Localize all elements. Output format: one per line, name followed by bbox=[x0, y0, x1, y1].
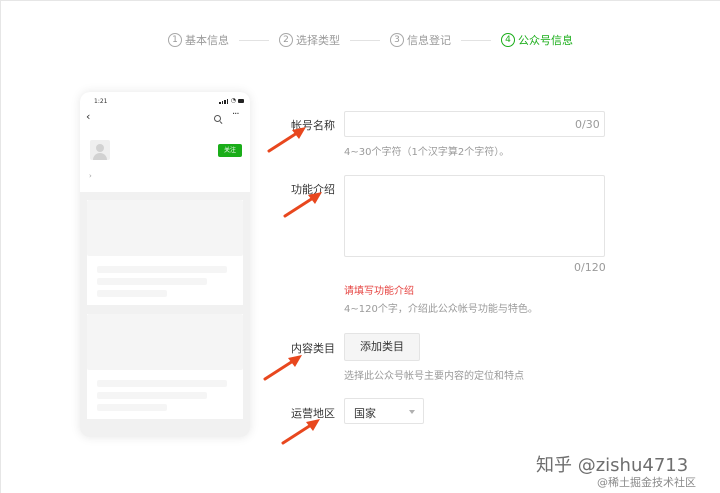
step-label: 信息登记 bbox=[407, 34, 451, 47]
account-name-input[interactable] bbox=[344, 111, 605, 137]
step-registration: 3 信息登记 bbox=[390, 32, 451, 48]
step-account-info: 4 公众号信息 bbox=[501, 32, 573, 48]
status-time: 1:21 bbox=[94, 98, 108, 105]
back-icon: ‹ bbox=[86, 110, 91, 123]
add-category-button[interactable]: 添加类目 bbox=[344, 333, 420, 361]
phone-preview: 1:21 ◔ ‹ ··· 关注 › bbox=[80, 92, 250, 437]
intro-error: 请填写功能介绍 bbox=[344, 286, 414, 297]
intro-counter: 0/120 bbox=[574, 261, 606, 274]
region-selected-value: 国家 bbox=[354, 407, 376, 420]
arrow-annotation-icon bbox=[263, 355, 302, 381]
step-label: 公众号信息 bbox=[518, 34, 573, 47]
step-connector bbox=[350, 39, 380, 41]
step-basic-info: 1 基本信息 bbox=[168, 32, 229, 48]
signal-icon bbox=[219, 99, 228, 104]
article-card-placeholder bbox=[87, 314, 243, 419]
top-border bbox=[0, 0, 720, 1]
account-name-hint: 4~30个字符（1个汉字算2个字符）。 bbox=[344, 147, 510, 158]
step-number: 1 bbox=[168, 33, 182, 47]
profile-header: 1:21 ◔ ‹ ··· 关注 › bbox=[80, 92, 250, 192]
region-select[interactable]: 国家 bbox=[344, 398, 424, 424]
wifi-icon: ◔ bbox=[230, 97, 236, 104]
chevron-down-icon bbox=[409, 410, 415, 414]
chevron-right-icon: › bbox=[89, 172, 92, 180]
intro-hint: 4~120个字，介绍此公众帐号功能与特色。 bbox=[344, 304, 538, 315]
search-icon bbox=[214, 115, 221, 122]
left-border bbox=[0, 0, 1, 493]
step-number: 4 bbox=[501, 33, 515, 47]
arrow-annotation-icon bbox=[267, 127, 306, 153]
step-connector bbox=[239, 39, 269, 41]
battery-icon bbox=[238, 99, 244, 103]
step-select-type: 2 选择类型 bbox=[279, 32, 340, 48]
step-label: 基本信息 bbox=[185, 34, 229, 47]
category-hint: 选择此公众号帐号主要内容的定位和特点 bbox=[344, 371, 524, 382]
intro-textarea[interactable] bbox=[344, 175, 605, 257]
step-number: 2 bbox=[279, 33, 293, 47]
more-icon: ··· bbox=[232, 109, 239, 120]
watermark-juejin: @稀土掘金技术社区 bbox=[597, 476, 696, 489]
step-label: 选择类型 bbox=[296, 34, 340, 47]
follow-button: 关注 bbox=[218, 144, 242, 157]
progress-steps: 1 基本信息 2 选择类型 3 信息登记 4 公众号信息 bbox=[168, 32, 573, 48]
step-number: 3 bbox=[390, 33, 404, 47]
article-card-placeholder bbox=[87, 200, 243, 305]
arrow-annotation-icon bbox=[281, 419, 320, 445]
avatar bbox=[90, 140, 110, 160]
arrow-annotation-icon bbox=[283, 192, 322, 218]
step-connector bbox=[461, 39, 491, 41]
account-name-counter: 0/30 bbox=[575, 118, 600, 131]
